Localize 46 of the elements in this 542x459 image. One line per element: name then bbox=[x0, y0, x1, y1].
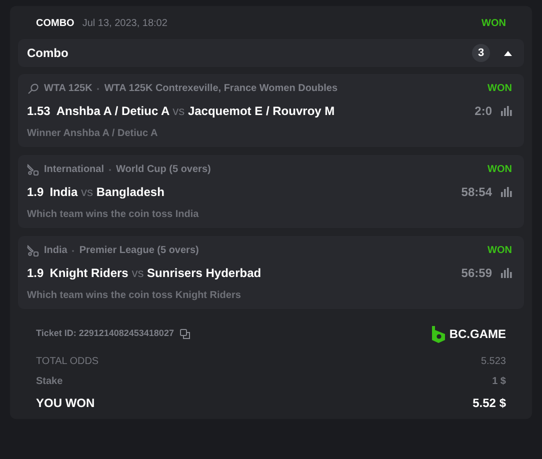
ticket-id: Ticket ID: 2291214082453418027 bbox=[36, 327, 174, 340]
cricket-icon bbox=[27, 164, 39, 176]
market-label: Which team wins the coin toss Knight Riders bbox=[27, 290, 241, 302]
category-label: International bbox=[44, 164, 104, 176]
combo-bar[interactable]: Combo 3 bbox=[18, 39, 524, 67]
odds-value: 1.9 bbox=[27, 265, 44, 281]
status-label: WON bbox=[482, 16, 506, 30]
summary-label: TOTAL ODDS bbox=[36, 355, 99, 369]
count-badge: 3 bbox=[472, 44, 490, 62]
market-label: Which team wins the coin toss India bbox=[27, 209, 199, 221]
brand-name: BC.GAME bbox=[449, 326, 506, 343]
summary-label: Stake bbox=[36, 375, 63, 389]
category-label: India bbox=[44, 245, 68, 257]
combo-title: Combo bbox=[27, 45, 68, 62]
odds-value: 1.53 bbox=[27, 103, 50, 119]
bet-type: COMBO bbox=[36, 16, 74, 30]
status-label: WON bbox=[488, 164, 512, 176]
cricket-icon bbox=[27, 245, 39, 257]
copy-icon[interactable] bbox=[180, 329, 190, 339]
caret-up-icon[interactable] bbox=[504, 50, 512, 56]
summary-value: 5.523 bbox=[480, 355, 506, 369]
stats-icon[interactable] bbox=[501, 268, 512, 278]
logo-icon bbox=[432, 326, 446, 342]
status-label: WON bbox=[488, 245, 512, 257]
score-label: 56:59 bbox=[461, 265, 492, 281]
score-label: 2:0 bbox=[474, 103, 492, 119]
league-label: World Cup (5 overs) bbox=[116, 164, 211, 176]
odds-value: 1.9 bbox=[27, 184, 44, 200]
summary-label: YOU WON bbox=[36, 395, 95, 411]
stats-icon[interactable] bbox=[501, 106, 512, 116]
separator-icon bbox=[72, 250, 74, 252]
separator-icon bbox=[97, 88, 100, 90]
league-label: Premier League (5 overs) bbox=[79, 245, 199, 257]
separator-icon bbox=[109, 169, 112, 171]
match-teams: Knight Riders vs Sunrisers Hyderbad bbox=[50, 265, 262, 281]
stats-icon[interactable] bbox=[501, 187, 512, 197]
summary-value: 5.52 $ bbox=[472, 395, 506, 411]
market-label: Winner Anshba A / Detiuc A bbox=[27, 128, 158, 140]
match-teams: Anshba A / Detiuc A vs Jacquemot E / Rouvroy M bbox=[56, 103, 335, 119]
summary-value: 1 $ bbox=[492, 375, 506, 389]
status-label: WON bbox=[488, 83, 512, 95]
league-label: WTA 125K Contrexeville, France Women Doubles bbox=[104, 83, 338, 95]
match-teams: India vs Bangladesh bbox=[50, 184, 164, 200]
category-label: WTA 125K bbox=[44, 83, 92, 95]
score-label: 58:54 bbox=[461, 184, 492, 200]
bet-date: Jul 13, 2023, 18:02 bbox=[82, 16, 168, 30]
